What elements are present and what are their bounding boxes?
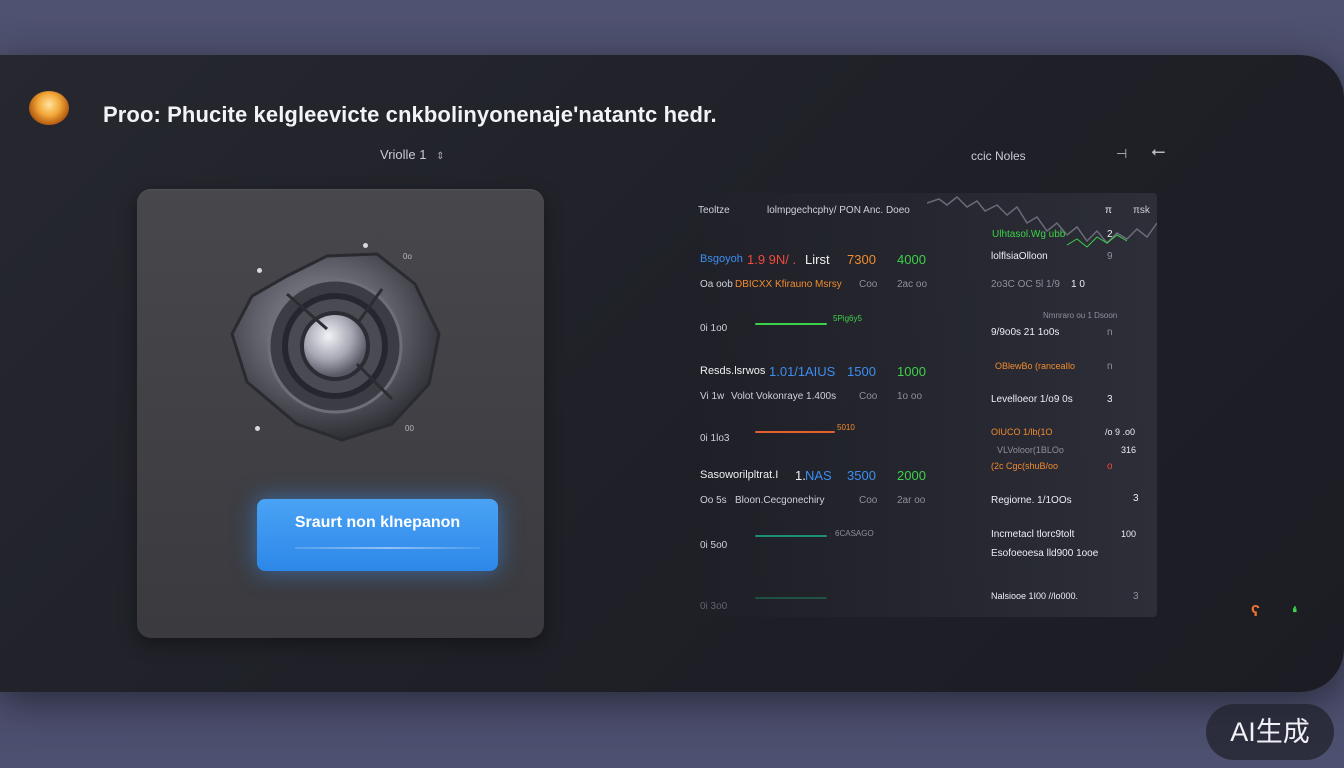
button-glow-line <box>295 547 480 549</box>
mode-selector[interactable]: Vriolle 1 ⇕ <box>380 147 445 162</box>
group-progress-line <box>755 535 827 537</box>
app-logo-icon <box>29 91 69 125</box>
start-button[interactable]: Sraurt non klnepanon <box>257 499 498 571</box>
page-title: Proo: Phucite kelgleevicte cnkbolinyonen… <box>103 102 717 127</box>
right-row-label[interactable]: Ulhtasol.Wg ubb <box>992 229 1065 240</box>
group-subtitle: Volot Vokonraye 1.400s <box>731 391 837 402</box>
group-row-label: 0i 5o0 <box>700 540 728 551</box>
orange-swirl-icon[interactable]: ʕ <box>1251 603 1260 621</box>
group-spark-label: 6CASAGO <box>835 529 874 538</box>
notes-label[interactable]: ccic Noles <box>971 149 1026 163</box>
group-subtitle: 2ac oo <box>897 279 928 290</box>
group-subtitle: 2ar oo <box>897 495 926 506</box>
right-row-label[interactable]: Nmnraro ou 1 Dsoon <box>1043 311 1117 320</box>
group-title: Sasoworilpltrat.I <box>700 469 779 481</box>
group-row-label: 0i 1lo3 <box>700 433 730 444</box>
mode-selector-label: Vriolle 1 <box>380 147 427 162</box>
right-row-label[interactable]: OBlewBo (ranceaIlo <box>995 361 1075 371</box>
back-arrow-icon[interactable]: ⭠ <box>1151 141 1165 162</box>
right-row-label[interactable]: Levelloeor 1/o9 0s <box>991 394 1073 405</box>
group-subtitle: 1o oo <box>897 391 923 402</box>
group-progress-line <box>755 431 835 433</box>
right-row-label[interactable]: OIUCO 1/lb(1O <box>991 427 1053 437</box>
group-row-label: 0i 1o0 <box>700 323 728 334</box>
start-button-label: Sraurt non klnepanon <box>294 514 461 531</box>
group-range: 1.01/1 <box>769 364 806 379</box>
right-row-label[interactable]: Nalsiooe 1I00 //lo000. <box>991 591 1078 601</box>
group-value: 7300 <box>847 252 876 267</box>
right-row-value: 2 <box>1107 229 1113 240</box>
group-tag: Lirst <box>805 252 830 267</box>
right-row-value: n <box>1107 327 1113 338</box>
group-subtitle: DBICXX Kfirauno Msrsy <box>735 279 842 290</box>
group-value: 1500 <box>847 364 876 379</box>
right-row-value: 3 <box>1133 591 1139 602</box>
right-row-value: 316 <box>1121 445 1137 455</box>
group-target: 2000 <box>897 468 926 483</box>
right-row-label[interactable]: 9/9o0s 21 1o0s <box>991 327 1059 338</box>
footer-progress-line <box>755 597 827 599</box>
group-range: 1.9 9N/ . <box>747 252 797 267</box>
group-subtitle: Oo 5s <box>700 495 727 506</box>
table-header-col2[interactable]: lolmpgechcphy/ PON Anc. Doeo <box>767 205 910 216</box>
collapse-icon[interactable]: ⊣ <box>1116 146 1127 162</box>
table-header-col1[interactable]: Teoltze <box>698 205 730 216</box>
group-title: Resds.lsrwos <box>700 365 766 377</box>
right-row-value: n <box>1107 361 1113 372</box>
ai-watermark-badge: AI生成 <box>1206 704 1334 760</box>
right-row-value: /o 9 .o0 <box>1105 427 1136 437</box>
group-subtitle: Vi 1w <box>700 391 725 402</box>
green-leaf-icon[interactable]: ❛ <box>1292 603 1297 623</box>
group-target: 1000 <box>897 364 926 379</box>
right-row-label[interactable]: Esofoeoesa lld900 1ooe <box>991 548 1098 559</box>
table-header-col3[interactable]: π <box>1105 205 1112 216</box>
group-subtitle: Oa oob <box>700 279 733 290</box>
right-row-value: 9 <box>1107 251 1113 262</box>
group-subtitle: Coo <box>859 279 878 290</box>
right-row-label[interactable]: Incmetacl tlorc9tolt <box>991 529 1074 540</box>
dial-knob-icon[interactable] <box>217 234 457 454</box>
footer-row-label: 0i 3o0 <box>700 601 728 612</box>
group-tag: NAS <box>805 468 832 483</box>
group-subtitle: Coo <box>859 495 878 506</box>
right-row-label[interactable]: Regiorne. 1/1OOs <box>991 495 1072 506</box>
group-spark-label: 5010 <box>837 423 855 432</box>
knob-marker <box>363 243 368 248</box>
right-row-label[interactable]: (2c Cgc(shuB/oo <box>991 461 1058 471</box>
control-panel: 0o 00 Sraurt non klnepanon <box>137 189 544 638</box>
knob-tick-label: 0o <box>403 252 412 261</box>
right-row-value: 1 0 <box>1071 279 1085 290</box>
right-row-value: 3 <box>1133 493 1139 504</box>
group-tag: AIUS <box>805 364 836 379</box>
knob-tick-label: 00 <box>405 424 414 433</box>
group-spark-label: 5Pig6y5 <box>833 314 862 323</box>
group-title: Bsgoyoh <box>700 253 743 265</box>
app-window: Proo: Phucite kelgleevicte cnkbolinyonen… <box>0 55 1344 692</box>
right-row-value: 3 <box>1107 394 1113 405</box>
group-subtitle: Bloon.Cecgonechiry <box>735 495 825 506</box>
group-target: 4000 <box>897 252 926 267</box>
knob-marker <box>257 268 262 273</box>
right-row-label[interactable]: 2o3C OC 5l 1/9 <box>991 279 1060 290</box>
group-progress-line <box>755 323 827 325</box>
knob-marker <box>255 426 260 431</box>
right-row-value: 100 <box>1121 529 1137 539</box>
right-row-label[interactable]: lolflsiaOlloon <box>991 251 1048 262</box>
group-subtitle: Coo <box>859 391 878 402</box>
chevron-updown-icon: ⇕ <box>436 151 445 162</box>
right-row-value: o <box>1107 461 1113 472</box>
header-sparkline <box>927 195 1157 248</box>
right-row-label[interactable]: VLVoloor(1BLOo <box>997 445 1064 455</box>
group-value: 3500 <box>847 468 876 483</box>
table-header-col4[interactable]: πsk <box>1133 205 1150 216</box>
data-table: Teoltze lolmpgechcphy/ PON Anc. Doeo π π… <box>697 193 1157 617</box>
